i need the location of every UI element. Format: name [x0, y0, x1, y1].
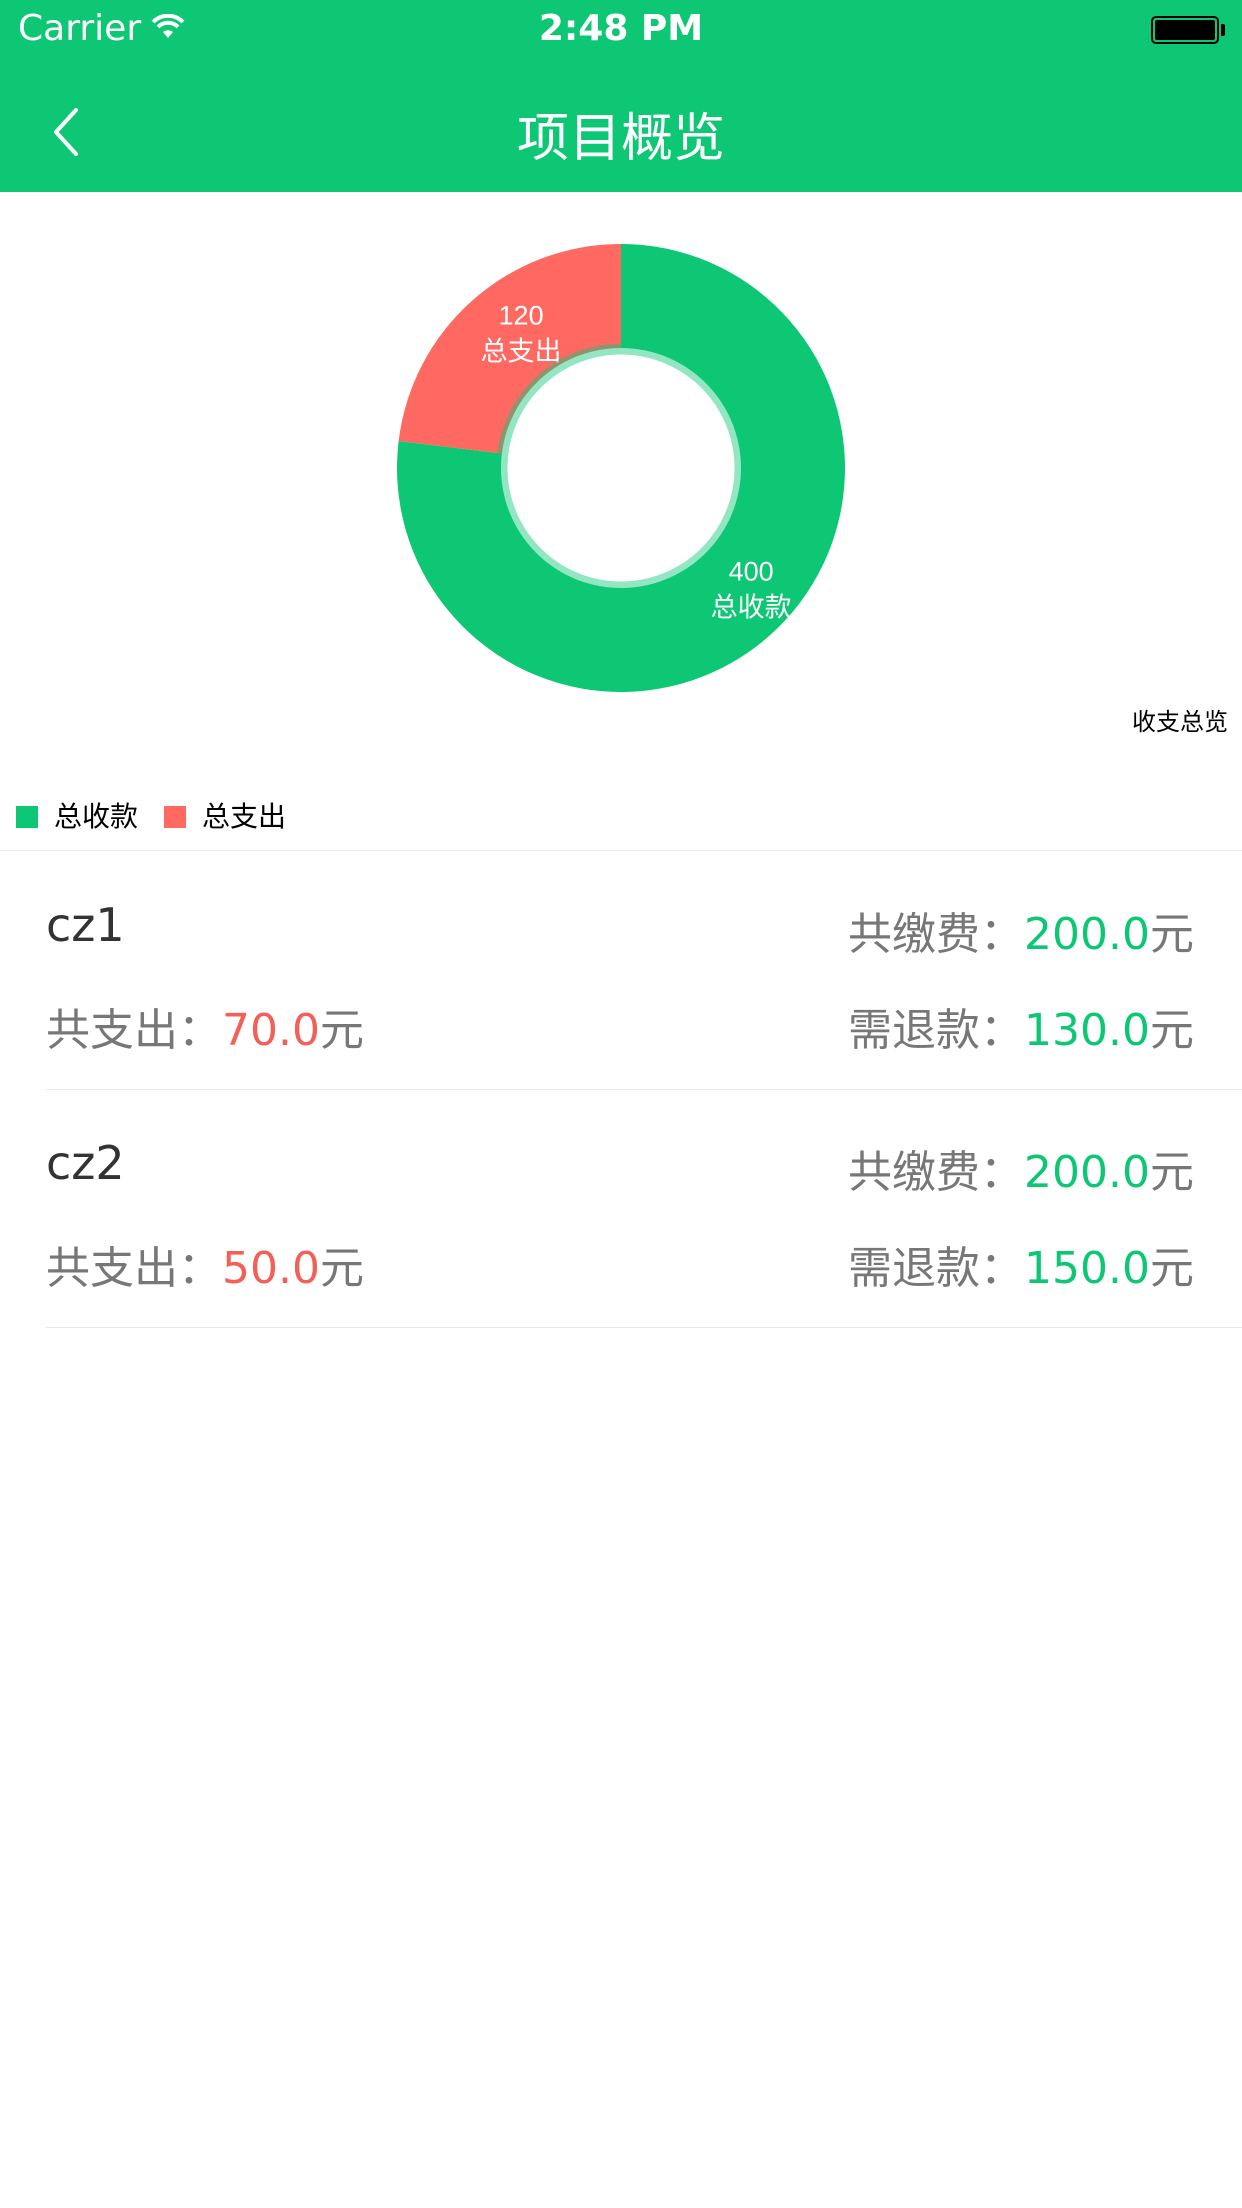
refund-value: 130.0	[1024, 1005, 1150, 1056]
paid-value: 200.0	[1024, 1147, 1150, 1198]
slice-name-label: 总支出	[481, 336, 562, 367]
refund-value: 150.0	[1024, 1243, 1150, 1294]
paid-label: 共缴费：	[848, 1147, 1025, 1198]
spent-amount: 共支出：70.0元	[46, 994, 364, 1058]
spent-label: 共支出：	[46, 1243, 222, 1294]
chart-caption: 收支总览	[1132, 708, 1228, 736]
spent-label: 共支出：	[46, 1005, 222, 1056]
item-name: cz2	[46, 1136, 125, 1190]
legend-label: 总支出	[202, 800, 287, 833]
refund-amount: 需退款：130.0元	[848, 994, 1194, 1058]
item-name: cz1	[46, 898, 125, 952]
legend-swatch	[16, 806, 38, 828]
paid-unit: 元	[1150, 1147, 1194, 1198]
status-time: 2:48 PM	[538, 8, 704, 49]
project-list: cz1 共缴费：200.0元 共支出：70.0元 需退款：130.0元 cz2 共缴费：2…	[0, 852, 1242, 1328]
paid-amount: 共缴费：200.0元	[848, 898, 1194, 962]
donut-chart: 400 总收款 120 总支出 收支总览	[0, 192, 1242, 752]
nav-header: Carrier 2:48 PM 项目概览	[0, 0, 1242, 192]
legend-label: 总收款	[54, 800, 139, 833]
spent-value: 70.0	[222, 1005, 320, 1056]
paid-unit: 元	[1150, 909, 1194, 960]
refund-label: 需退款：	[848, 1243, 1025, 1294]
refund-unit: 元	[1150, 1243, 1194, 1294]
battery-tip	[1221, 24, 1225, 36]
refund-unit: 元	[1150, 1005, 1194, 1056]
slice-value-label: 400	[729, 556, 774, 586]
spent-unit: 元	[319, 1243, 364, 1294]
donut-chart-svg: 400 总收款 120 总支出	[396, 244, 845, 692]
refund-amount: 需退款：150.0元	[848, 1232, 1194, 1296]
refund-label: 需退款：	[848, 1005, 1025, 1056]
battery-icon	[1151, 16, 1219, 44]
donut-hole	[507, 354, 735, 582]
row-divider	[46, 1327, 1242, 1328]
spent-value: 50.0	[222, 1243, 320, 1294]
paid-value: 200.0	[1024, 909, 1150, 960]
paid-label: 共缴费：	[848, 909, 1025, 960]
legend-swatch	[164, 806, 186, 828]
spent-amount: 共支出：50.0元	[46, 1232, 364, 1296]
divider	[0, 850, 1242, 851]
list-item[interactable]: cz1 共缴费：200.0元 共支出：70.0元 需退款：130.0元	[0, 852, 1242, 1090]
spent-unit: 元	[319, 1005, 364, 1056]
status-bar: Carrier 2:48 PM	[0, 0, 1242, 60]
list-item[interactable]: cz2 共缴费：200.0元 共支出：50.0元 需退款：150.0元	[0, 1090, 1242, 1328]
slice-name-label: 总收款	[711, 592, 792, 623]
page-title: 项目概览	[516, 109, 725, 169]
paid-amount: 共缴费：200.0元	[848, 1136, 1194, 1200]
slice-value-label: 120	[499, 300, 544, 330]
